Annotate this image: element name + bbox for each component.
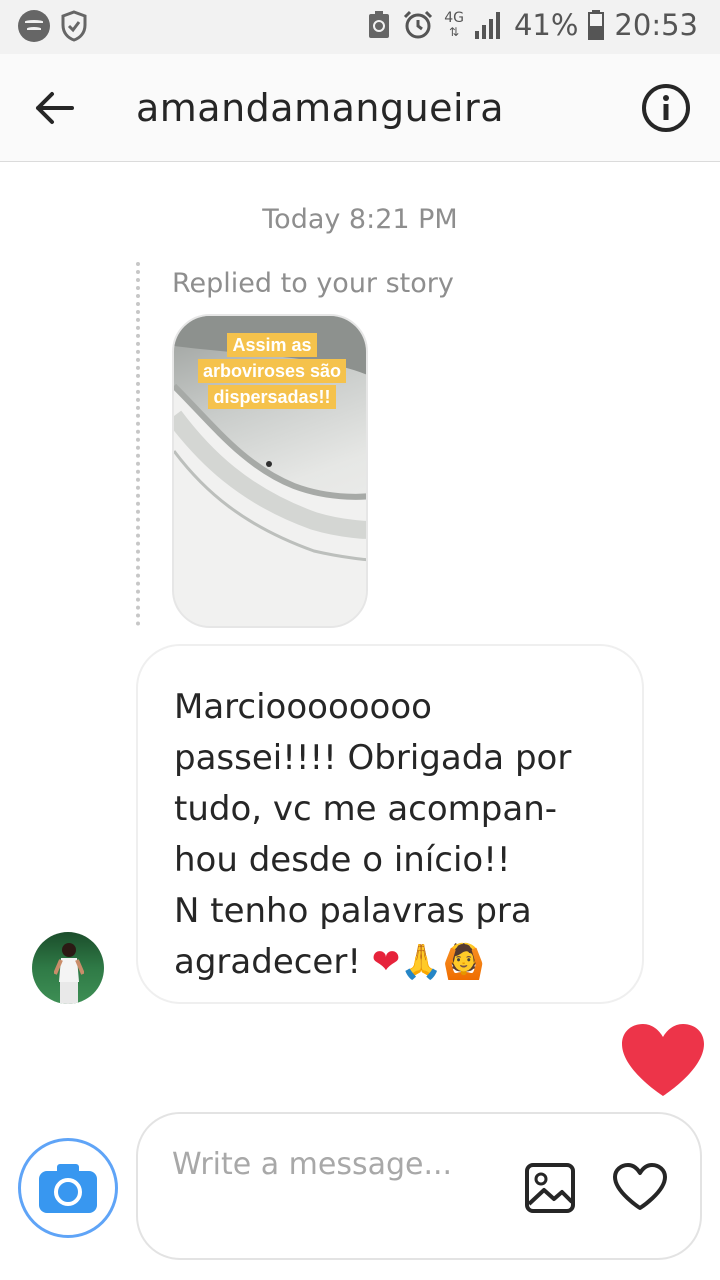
spotify-icon — [18, 10, 50, 42]
battery-icon — [588, 10, 605, 40]
message-input[interactable] — [172, 1142, 502, 1242]
heart-filled-icon[interactable] — [620, 1022, 706, 1098]
battery-saver-icon — [369, 11, 390, 38]
avatar[interactable] — [32, 932, 104, 1004]
alarm-icon — [404, 10, 433, 39]
back-arrow-icon[interactable] — [30, 84, 78, 132]
message-composer — [136, 1112, 702, 1260]
conversation-title[interactable]: amandamangueira — [136, 86, 504, 130]
story-thumbnail[interactable]: Assim as arboviroses são dispersadas!! — [172, 314, 368, 628]
avatar-person-icon — [54, 943, 84, 1004]
gallery-icon[interactable] — [524, 1162, 576, 1214]
message-emojis: ❤🙏🙆 — [371, 942, 485, 982]
network-label: 4G — [444, 10, 464, 26]
status-bar: 4G ⇅ 41% 20:53 — [0, 0, 720, 54]
message-timestamp: Today 8:21 PM — [262, 204, 458, 235]
camera-icon — [39, 1164, 97, 1213]
camera-button[interactable] — [18, 1138, 118, 1238]
network-type: 4G ⇅ — [444, 10, 464, 39]
conversation-header: amandamangueira — [0, 54, 720, 162]
shield-check-icon — [61, 10, 87, 42]
clock: 20:53 — [614, 8, 698, 42]
dm-screen: 4G ⇅ 41% 20:53 amandamangueira Today 8:2… — [0, 0, 720, 1280]
story-caption: Assim as arboviroses são dispersadas!! — [196, 332, 348, 410]
signal-icon — [474, 12, 500, 39]
incoming-message-bubble[interactable]: Marcioooooooo passei!!!! Obrigada por tu… — [136, 644, 644, 1004]
info-icon[interactable] — [640, 82, 692, 134]
story-caption-text: Assim as arboviroses são dispersadas!! — [197, 333, 347, 409]
story-reply-label: Replied to your story — [172, 268, 454, 299]
message-text: Marcioooooooo passei!!!! Obrigada por tu… — [174, 682, 608, 988]
battery-percent: 41% — [513, 8, 579, 42]
message-body: Marcioooooooo passei!!!! Obrigada por tu… — [174, 687, 572, 982]
heart-outline-icon[interactable] — [612, 1162, 668, 1212]
reply-divider — [136, 262, 140, 626]
